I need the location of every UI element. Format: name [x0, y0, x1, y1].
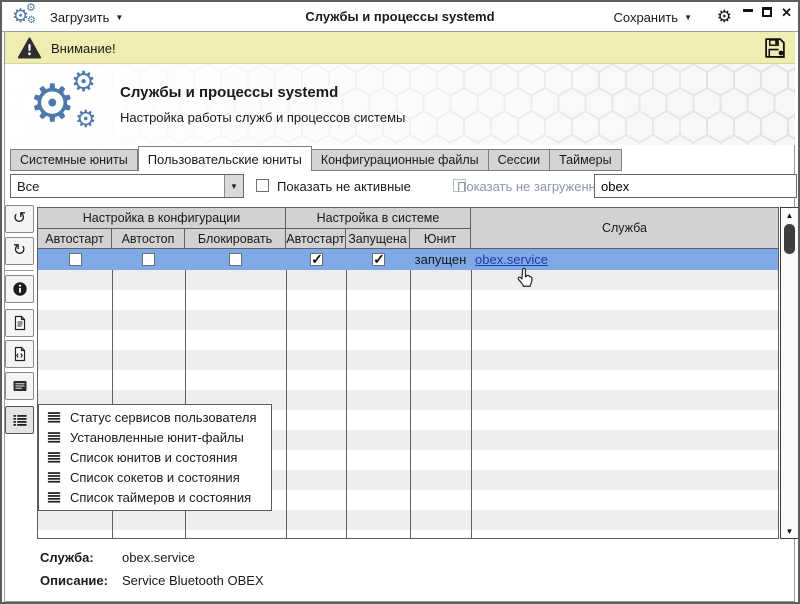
- info-button[interactable]: [5, 275, 34, 303]
- refresh-icon: ↻: [12, 242, 27, 259]
- list-menu-icon: [13, 415, 26, 426]
- tab-user-units[interactable]: Пользовательские юниты: [137, 146, 312, 171]
- autostart-cfg-checkbox[interactable]: [68, 253, 82, 266]
- show-inactive-label: Показать не активные: [277, 179, 411, 194]
- group-header-system: Настройка в системе: [286, 208, 471, 229]
- journal-button[interactable]: [5, 372, 34, 400]
- toolbar-separator: [4, 270, 34, 271]
- description-detail-label: Описание:: [40, 573, 108, 588]
- code-document-icon: [14, 346, 25, 362]
- banner-title: Службы и процессы systemd: [120, 84, 339, 101]
- service-detail-value: obex.service: [122, 550, 195, 565]
- refresh-button[interactable]: ↻: [5, 237, 34, 265]
- description-detail-value: Service Bluetooth OBEX: [122, 573, 264, 588]
- tab-sessions[interactable]: Сессии: [488, 149, 551, 171]
- scrollbar-thumb[interactable]: [784, 224, 795, 254]
- menu-item-user-services-status[interactable]: Статус сервисов пользователя: [39, 407, 271, 427]
- settings-gear-button[interactable]: ⚙: [717, 7, 732, 27]
- load-dropdown-label: Загрузить: [50, 9, 110, 25]
- column-header-unit: Юнит: [410, 229, 471, 249]
- combo-dropdown-button[interactable]: ▼: [224, 175, 243, 197]
- tab-timers[interactable]: Таймеры: [550, 149, 622, 171]
- save-dropdown-label: Сохранить: [613, 9, 679, 25]
- maximize-button[interactable]: [762, 7, 773, 17]
- list-icon: [47, 412, 61, 423]
- menu-item-units-list[interactable]: Список юнитов и состояния: [39, 447, 271, 467]
- hand-cursor: [513, 266, 536, 295]
- column-header-service: Служба: [471, 208, 778, 249]
- group-header-config: Настройка в конфигурации: [38, 208, 286, 229]
- warning-text: Внимание!: [51, 41, 116, 56]
- autostop-cfg-checkbox[interactable]: [142, 253, 155, 266]
- lists-menu-button[interactable]: [5, 406, 34, 434]
- status-document-button[interactable]: [5, 309, 34, 337]
- close-button[interactable]: ✕: [781, 6, 792, 19]
- scroll-down-button[interactable]: ▼: [781, 524, 798, 538]
- vertical-scrollbar[interactable]: ▲ ▼: [780, 207, 798, 539]
- floppy-disk-icon: [765, 38, 785, 58]
- info-icon: [12, 282, 27, 296]
- table-row[interactable]: запущен obex.service: [38, 249, 778, 270]
- header-banner: ⚙ ⚙ ⚙ Службы и процессы systemd Настройк…: [5, 64, 795, 145]
- column-header-autostart-sys: Автостарт: [286, 229, 346, 249]
- tab-config-files[interactable]: Конфигурационные файлы: [311, 149, 489, 171]
- list-icon: [47, 452, 61, 463]
- banner-subtitle: Настройка работы служб и процессов систе…: [120, 110, 406, 125]
- show-unloaded-label: Показать не загруженные: [457, 179, 613, 194]
- list-icon: [47, 492, 61, 503]
- tab-bar: Системные юниты Пользовательские юниты К…: [10, 146, 622, 171]
- lists-context-menu: Статус сервисов пользователя Установленн…: [38, 404, 272, 511]
- history-button[interactable]: ↺: [5, 205, 34, 233]
- category-select[interactable]: Все ▼: [10, 174, 244, 198]
- show-inactive-checkbox[interactable]: [256, 179, 269, 192]
- block-cfg-checkbox[interactable]: [229, 253, 242, 266]
- load-dropdown-button[interactable]: Загрузить ▼: [50, 7, 123, 27]
- category-select-value: Все: [17, 178, 40, 194]
- history-icon: ↺: [12, 210, 27, 227]
- menu-item-sockets-list[interactable]: Список сокетов и состояния: [39, 467, 271, 487]
- autostart-sys-checkbox[interactable]: [309, 251, 324, 268]
- document-icon: [14, 315, 25, 331]
- column-header-autostop-cfg: Автостоп: [112, 229, 185, 249]
- app-window: ⚙ ⚙ ⚙ Загрузить ▼ Службы и процессы syst…: [0, 0, 800, 604]
- console-icon: [13, 381, 26, 391]
- app-gears-icon: ⚙ ⚙ ⚙: [12, 2, 36, 27]
- menu-item-timers-list[interactable]: Список таймеров и состояния: [39, 487, 271, 507]
- title-bar: ⚙ ⚙ ⚙ Загрузить ▼ Службы и процессы syst…: [2, 2, 798, 32]
- banner-gears-icon: ⚙ ⚙ ⚙: [29, 66, 97, 133]
- chevron-down-icon: ▼: [230, 181, 238, 191]
- chevron-down-icon: ▼: [115, 12, 124, 22]
- hexagon-pattern-background: [5, 64, 795, 145]
- window-controls: ✕: [743, 6, 792, 19]
- running-sys-checkbox[interactable]: [371, 251, 386, 268]
- warning-bar: Внимание!: [5, 32, 795, 64]
- list-icon: [47, 432, 61, 443]
- column-header-block-cfg: Блокировать: [185, 229, 286, 249]
- unit-state-cell: запущен: [414, 252, 467, 267]
- tab-system-units[interactable]: Системные юниты: [10, 149, 138, 171]
- service-detail-label: Служба:: [40, 550, 94, 565]
- column-header-running-sys: Запущена: [346, 229, 410, 249]
- warning-triangle-icon: [17, 37, 42, 64]
- unit-file-button[interactable]: [5, 340, 34, 368]
- search-input[interactable]: [594, 174, 797, 198]
- minimize-button[interactable]: [743, 9, 754, 12]
- save-as-root-button[interactable]: [763, 36, 787, 65]
- save-dropdown-button[interactable]: Сохранить ▼: [613, 7, 692, 27]
- filter-row: Все ▼ Показать не активные Показать не з…: [2, 174, 798, 200]
- column-header-autostart-cfg: Автостарт: [38, 229, 112, 249]
- scroll-up-button[interactable]: ▲: [781, 208, 798, 222]
- service-link[interactable]: obex.service: [471, 252, 548, 267]
- list-icon: [47, 472, 61, 483]
- chevron-down-icon: ▼: [684, 12, 692, 22]
- menu-item-installed-unit-files[interactable]: Установленные юнит-файлы: [39, 427, 271, 447]
